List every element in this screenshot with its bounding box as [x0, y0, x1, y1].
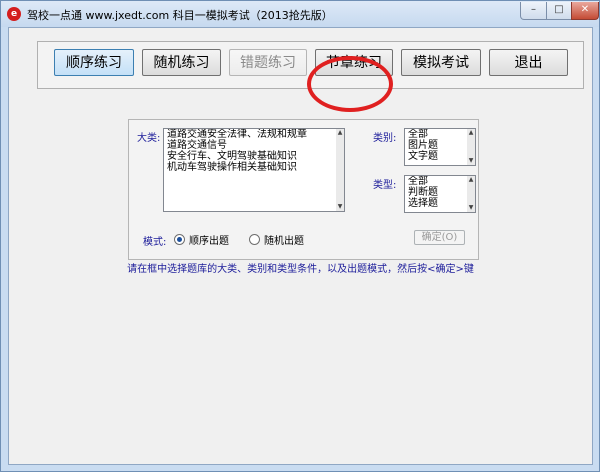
highlight-circle-annotation	[307, 56, 393, 112]
wrong-questions-button[interactable]: 错题练习	[229, 49, 307, 76]
list-item[interactable]: 机动车驾驶操作相关基础知识	[164, 162, 344, 173]
radio-selected-icon[interactable]	[174, 234, 185, 245]
mode-label: 模式:	[143, 237, 167, 248]
scroll-down-icon[interactable]: ▼	[467, 204, 475, 212]
list-item[interactable]: 道路交通安全法律、法规和规章	[164, 129, 344, 140]
list-item[interactable]: 道路交通信号	[164, 140, 344, 151]
random-practice-button[interactable]: 随机练习	[142, 49, 221, 76]
scroll-down-icon[interactable]: ▼	[336, 203, 344, 211]
list-item[interactable]: 安全行车、文明驾驶基础知识	[164, 151, 344, 162]
list-item[interactable]: 文字题	[405, 151, 475, 162]
scroll-up-icon[interactable]: ▲	[467, 129, 475, 137]
scroll-up-icon[interactable]: ▲	[467, 176, 475, 184]
close-button[interactable]: ✕	[571, 2, 599, 20]
sequential-practice-button[interactable]: 顺序练习	[54, 49, 134, 76]
list-item[interactable]: 选择题	[405, 198, 475, 209]
maximize-button[interactable]: □	[546, 2, 572, 20]
close-icon: ✕	[580, 4, 590, 15]
app-logo-icon: e	[7, 7, 21, 21]
app-window: e 驾校一点通 www.jxedt.com 科目一模拟考试（2013抢先版） –…	[0, 0, 600, 472]
category-scrollbar[interactable]: ▲ ▼	[336, 129, 344, 211]
exit-button[interactable]: 退出	[489, 49, 568, 76]
minimize-icon: –	[531, 4, 536, 15]
radio-random[interactable]: 随机出题	[249, 232, 304, 247]
radio-sequential[interactable]: 顺序出题	[174, 232, 229, 247]
kind-scrollbar[interactable]: ▲ ▼	[467, 129, 475, 165]
window-title: 驾校一点通 www.jxedt.com 科目一模拟考试（2013抢先版）	[27, 9, 333, 22]
minimize-button[interactable]: –	[520, 2, 547, 20]
main-panel: 顺序练习 随机练习 错题练习 节章练习 模拟考试 退出 大类: 道路交通安全法律…	[8, 27, 593, 465]
radio-random-label: 随机出题	[264, 236, 304, 247]
maximize-icon: □	[554, 4, 564, 15]
type-listbox[interactable]: 全部 判断题 选择题 ▲ ▼	[404, 175, 476, 213]
type-scrollbar[interactable]: ▲ ▼	[467, 176, 475, 212]
radio-sequential-label: 顺序出题	[189, 236, 229, 247]
category-label: 大类:	[137, 133, 161, 144]
radio-unselected-icon[interactable]	[249, 234, 260, 245]
list-item[interactable]: 判断题	[405, 187, 475, 198]
scroll-down-icon[interactable]: ▼	[467, 157, 475, 165]
title-bar[interactable]: e 驾校一点通 www.jxedt.com 科目一模拟考试（2013抢先版） –…	[1, 1, 599, 27]
instruction-text: 请在框中选择题库的大类、类别和类型条件，以及出题模式，然后按<确定>键	[127, 264, 474, 275]
kind-label: 类别:	[373, 133, 397, 144]
type-label: 类型:	[373, 180, 397, 191]
question-filter-panel: 大类: 道路交通安全法律、法规和规章 道路交通信号 安全行车、文明驾驶基础知识 …	[128, 119, 479, 260]
confirm-button[interactable]: 确定(O)	[414, 230, 465, 245]
kind-listbox[interactable]: 全部 图片题 文字题 ▲ ▼	[404, 128, 476, 166]
list-item[interactable]: 图片题	[405, 140, 475, 151]
mock-exam-button[interactable]: 模拟考试	[401, 49, 481, 76]
list-item[interactable]: 全部	[405, 129, 475, 140]
category-listbox[interactable]: 道路交通安全法律、法规和规章 道路交通信号 安全行车、文明驾驶基础知识 机动车驾…	[163, 128, 345, 212]
scroll-up-icon[interactable]: ▲	[336, 129, 344, 137]
list-item[interactable]: 全部	[405, 176, 475, 187]
